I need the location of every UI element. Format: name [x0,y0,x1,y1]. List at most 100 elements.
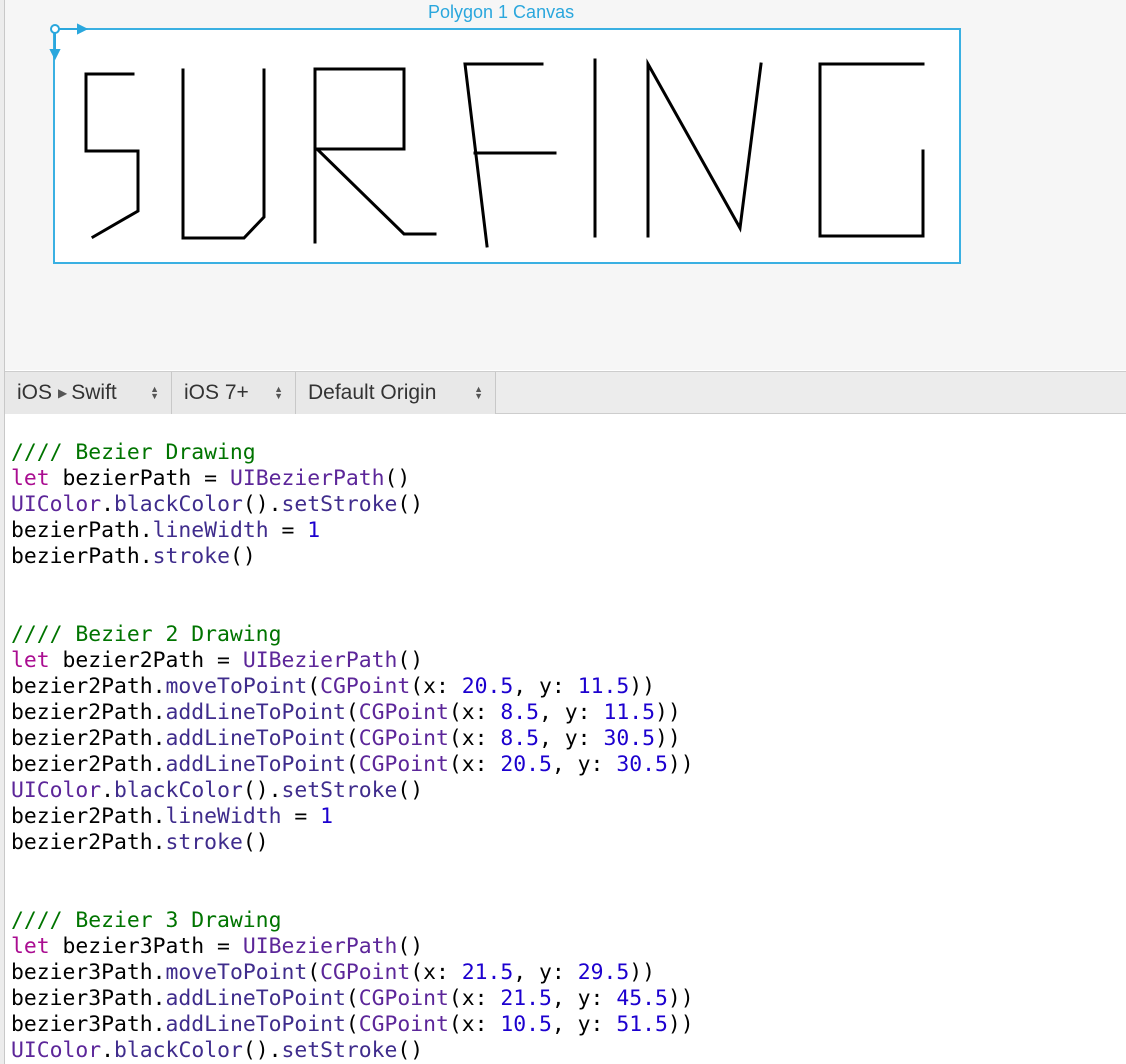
code-token-plain: bezier3Path. [11,986,166,1011]
code-line: bezier3Path.addLineToPoint(CGPoint(x: 21… [11,986,1121,1012]
code-token-plain: () [397,648,424,673]
code-token-method: blackColor [114,1038,243,1063]
code-token-plain: () [229,544,256,569]
paintcode-window: Polygon 1 Canvas iOS ▶ Swift ▲ ▼ iOS 7+ … [0,0,1126,1064]
code-token-plain: ( [345,986,359,1011]
code-token-plain: (x: [448,752,501,777]
code-token-plain: () [397,778,424,803]
letter-s-stroke [84,72,140,240]
code-token-plain: bezier2Path. [11,726,166,751]
surfing-drawing[interactable] [55,30,959,262]
origin-popup[interactable]: Default Origin ▲ ▼ [296,372,496,414]
platform-label: iOS [17,381,53,404]
code-token-plain: (x: [410,960,462,985]
code-token-type: UIBezierPath [229,466,385,491]
code-token-number: 20.5 [500,752,552,777]
code-token-plain: , y: [513,960,578,985]
code-line: bezier2Path.lineWidth = 1 [11,804,1121,830]
code-token-plain: (x: [448,986,501,1011]
code-token-plain: = [268,518,308,543]
code-token-plain: )) [654,700,681,725]
code-token-plain: bezier2Path. [11,700,166,725]
version-label: iOS 7+ [184,381,249,404]
code-token-number: 1 [307,518,321,543]
updown-chevron-icon: ▲ ▼ [274,384,283,401]
code-token-keyword: let [11,466,50,491]
code-token-type: UIColor [11,778,102,803]
code-token-number: 8.5 [500,700,540,725]
code-token-plain: (). [242,1038,282,1063]
code-token-number: 51.5 [616,1012,668,1037]
language-label: Swift [71,381,117,404]
code-token-type: CGPoint [358,752,449,777]
code-line: let bezier3Path = UIBezierPath() [11,934,1121,960]
origin-marker[interactable] [0,0,100,70]
letter-u-stroke [181,68,266,240]
code-token-method: addLineToPoint [165,726,346,751]
code-token-number: 10.5 [500,1012,552,1037]
code-token-keyword: let [11,648,50,673]
code-line: bezier2Path.addLineToPoint(CGPoint(x: 8.… [11,700,1121,726]
code-token-plain: bezier2Path = [49,648,243,673]
code-line: let bezierPath = UIBezierPath() [11,466,1121,492]
code-token-plain: bezierPath. [11,518,153,543]
code-token-method: lineWidth [165,804,282,829]
code-token-number: 11.5 [577,674,630,699]
code-token-number: 21.5 [461,960,514,985]
code-token-plain: . [101,492,115,517]
code-token-type: CGPoint [358,986,449,1011]
origin-label: Default Origin [308,381,437,404]
code-token-plain: () [242,830,269,855]
code-token-method: stroke [152,544,230,569]
canvas-title[interactable]: Polygon 1 Canvas [428,2,574,23]
code-token-plain: bezier2Path. [11,674,166,699]
code-token-comment: //// Bezier Drawing [11,440,256,465]
code-token-type: UIColor [11,492,102,517]
code-token-method: addLineToPoint [165,986,346,1011]
code-token-plain: , y: [539,700,604,725]
code-token-plain: (). [242,778,282,803]
code-token-plain: bezier3Path = [49,934,243,959]
code-token-type: UIBezierPath [242,934,398,959]
code-token-number: 11.5 [603,700,655,725]
code-line: bezier3Path.addLineToPoint(CGPoint(x: 10… [11,1012,1121,1038]
code-token-plain: , y: [551,1012,617,1037]
code-token-type: CGPoint [320,674,411,699]
code-token-plain: bezierPath. [11,544,153,569]
code-token-comment: //// Bezier 3 Drawing [11,908,282,933]
code-token-plain: ( [345,752,359,777]
code-token-plain: (x: [448,700,501,725]
code-token-plain: () [397,1038,424,1063]
code-token-plain: . [101,1038,115,1063]
code-line: let bezier2Path = UIBezierPath() [11,648,1121,674]
code-line: bezierPath.stroke() [11,544,1121,570]
code-token-method: lineWidth [152,518,269,543]
code-token-method: blackColor [114,492,243,517]
code-token-plain: )) [667,986,694,1011]
letter-f-stroke-1 [463,62,544,248]
code-token-plain: , y: [513,674,578,699]
version-popup[interactable]: iOS 7+ ▲ ▼ [172,372,296,414]
code-line: bezierPath.lineWidth = 1 [11,518,1121,544]
code-token-plain: . [101,778,115,803]
letter-g-stroke [818,62,925,238]
code-token-plain: bezierPath = [49,466,230,491]
code-token-plain: bezier2Path. [11,804,166,829]
code-editor[interactable]: //// Bezier Drawing let bezierPath = UIBe… [11,440,1121,1064]
code-token-method: moveToPoint [165,960,308,985]
canvas-frame[interactable] [53,28,961,264]
platform-language-popup[interactable]: iOS ▶ Swift ▲ ▼ [5,372,172,414]
code-token-plain: ( [345,700,359,725]
code-token-plain: ( [345,726,359,751]
code-token-number: 30.5 [603,726,655,751]
code-token-method: moveToPoint [165,674,308,699]
code-token-plain: bezier3Path. [11,960,166,985]
code-line: //// Bezier Drawing [11,440,1121,466]
letter-r-stroke [313,67,437,244]
code-token-number: 20.5 [461,674,514,699]
code-line: UIColor.blackColor().setStroke() [11,492,1121,518]
code-token-plain: ( [307,674,321,699]
code-line: //// Bezier 3 Drawing [11,908,1121,934]
